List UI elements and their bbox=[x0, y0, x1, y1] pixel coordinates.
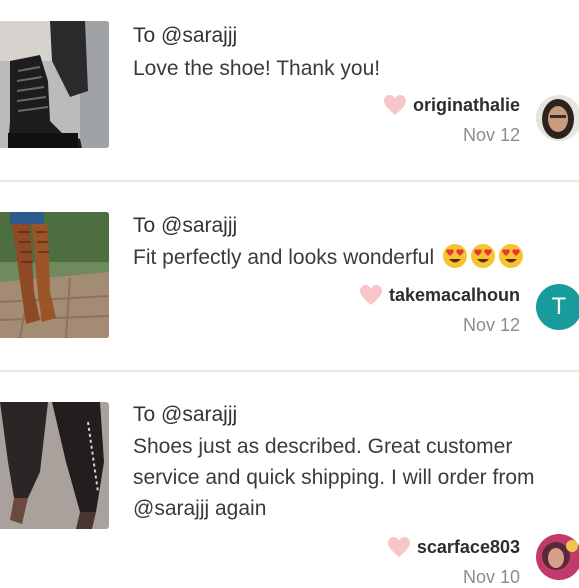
review-meta: scarface803 Nov 10 bbox=[387, 536, 520, 588]
product-thumbnail[interactable] bbox=[0, 402, 109, 529]
review-date: Nov 12 bbox=[462, 315, 520, 335]
review-recipient: To @sarajjj bbox=[133, 214, 238, 237]
review-recipient: To @sarajjj bbox=[133, 24, 238, 47]
reviewer-avatar[interactable] bbox=[536, 534, 579, 580]
product-thumbnail[interactable] bbox=[0, 21, 109, 148]
heart-icon[interactable] bbox=[387, 536, 411, 558]
review-item: To @sarajjj Fit perfectly and looks wond… bbox=[0, 182, 579, 370]
heart-icon[interactable] bbox=[359, 284, 383, 306]
review-meta: takemacalhoun Nov 12 bbox=[359, 284, 520, 336]
review-recipient: To @sarajjj bbox=[133, 403, 238, 426]
review-meta: originathalie Nov 12 bbox=[383, 94, 520, 146]
review-item: To @sarajjj Shoes just as described. Gre… bbox=[0, 372, 579, 587]
reviewer-username[interactable]: scarface803 bbox=[417, 537, 520, 558]
review-item: To @sarajjj Love the shoe! Thank you! or… bbox=[0, 0, 579, 180]
review-message: Shoes just as described. Great customer … bbox=[133, 435, 535, 520]
heart-eyes-emoji-icon bbox=[443, 244, 467, 268]
reviewer-username[interactable]: originathalie bbox=[413, 95, 520, 116]
reviewer-avatar[interactable] bbox=[536, 95, 579, 141]
reviewer-username[interactable]: takemacalhoun bbox=[389, 285, 520, 306]
review-message: Fit perfectly and looks wonderful bbox=[133, 242, 579, 273]
reviewer-avatar[interactable]: T bbox=[536, 284, 579, 330]
review-date: Nov 10 bbox=[462, 567, 520, 587]
review-date: Nov 12 bbox=[462, 125, 520, 145]
review-message: Love the shoe! Thank you! bbox=[133, 57, 381, 80]
heart-eyes-emoji-icon bbox=[499, 244, 523, 268]
product-thumbnail[interactable] bbox=[0, 212, 109, 338]
heart-icon[interactable] bbox=[383, 94, 407, 116]
heart-eyes-emoji-icon bbox=[471, 244, 495, 268]
review-message-text: Fit perfectly and looks wonderful bbox=[133, 246, 435, 269]
